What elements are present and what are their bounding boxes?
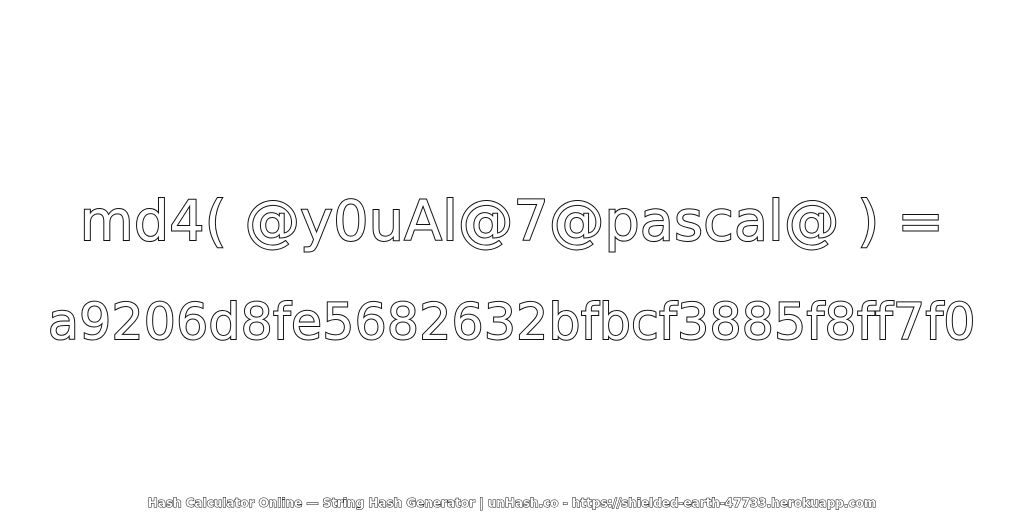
footer-credit: Hash Calculator Online — String Hash Gen… [147, 496, 877, 511]
hash-expression: md4( @y0uAl@7@pascal@ ) = [79, 188, 945, 254]
hash-result: a9206d8fe5682632bfbcf3885f8ff7f0 [47, 292, 976, 352]
